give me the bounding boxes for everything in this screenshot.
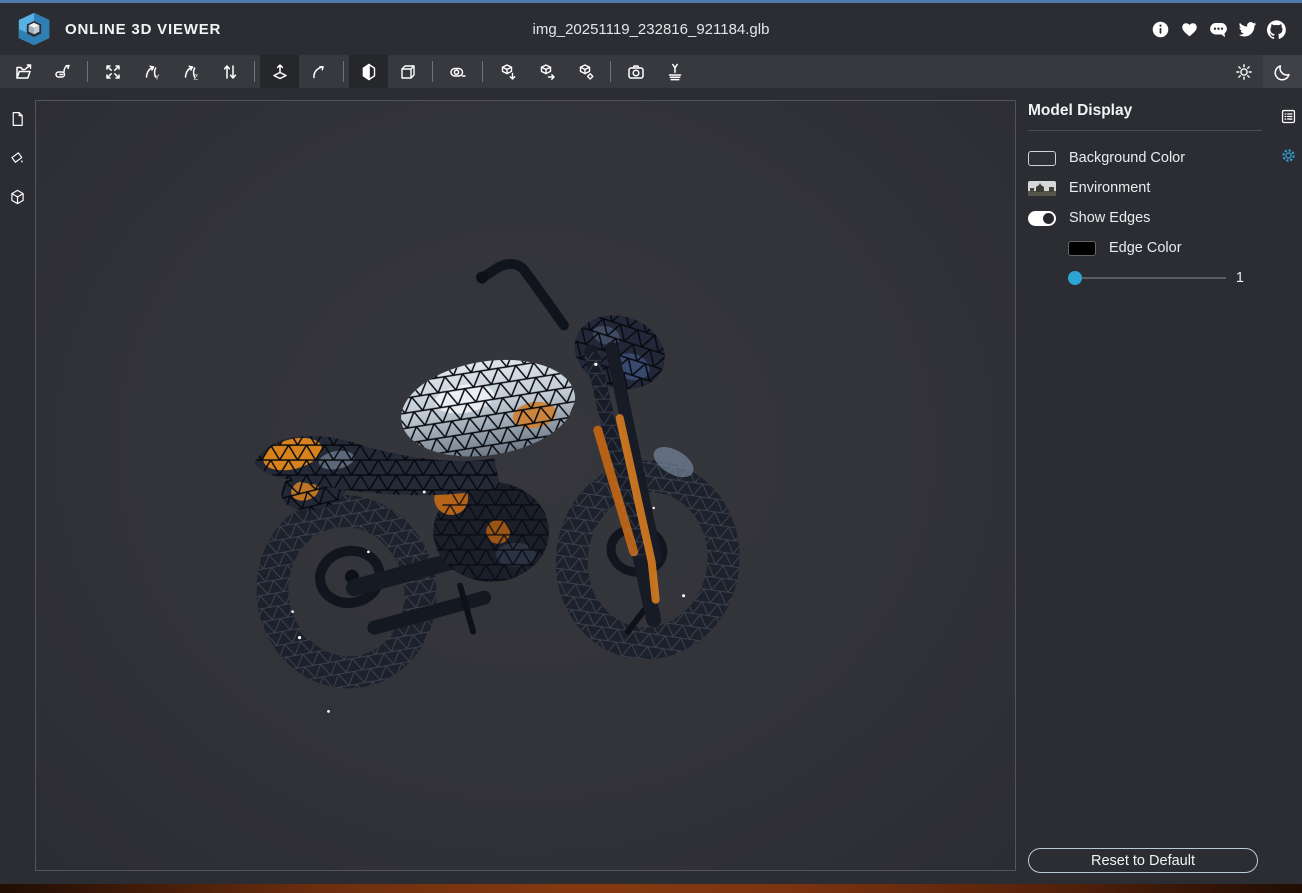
edge-threshold-row: 1 (1068, 263, 1262, 293)
environment-label: Environment (1069, 180, 1150, 196)
background-color-label: Background Color (1069, 150, 1185, 166)
environment-thumbnail[interactable] (1028, 181, 1056, 196)
show-edges-row: Show Edges (1028, 203, 1262, 233)
github-icon[interactable] (1267, 20, 1286, 39)
files-icon[interactable] (9, 110, 26, 128)
svg-text:Z: Z (193, 72, 198, 81)
embed-model-button[interactable] (566, 55, 605, 88)
background-color-row: Background Color (1028, 143, 1262, 173)
app-title: ONLINE 3D VIEWER (65, 21, 221, 38)
environment-row: Environment (1028, 173, 1262, 203)
meshes-icon[interactable] (9, 188, 26, 206)
toolbar-separator (254, 61, 255, 82)
background-color-swatch[interactable] (1028, 151, 1056, 166)
details-icon[interactable] (1280, 108, 1297, 125)
measure-button[interactable] (438, 55, 477, 88)
toolbar: Y Z (0, 55, 1302, 88)
viewport-3d-canvas[interactable] (35, 100, 1016, 871)
materials-icon[interactable] (9, 149, 26, 167)
share-model-button[interactable] (527, 55, 566, 88)
flip-up-vector-button[interactable] (210, 55, 249, 88)
twitter-icon[interactable] (1238, 20, 1257, 39)
motorcycle-wireframe-model (36, 101, 1015, 870)
navigator-rail (0, 88, 35, 884)
engine (433, 481, 549, 582)
main-area: Model Display Background Color Environme… (0, 88, 1302, 884)
edge-threshold-slider[interactable] (1068, 277, 1226, 279)
perspective-camera-button[interactable] (349, 55, 388, 88)
toolbar-separator (482, 61, 483, 82)
set-z-up-button[interactable]: Z (171, 55, 210, 88)
toolbar-separator (87, 61, 88, 82)
info-icon[interactable] (1151, 20, 1170, 39)
rear-wheel (260, 499, 433, 684)
panel-title: Model Display (1028, 100, 1262, 130)
show-edges-label: Show Edges (1069, 210, 1150, 226)
free-orbit-button[interactable] (299, 55, 338, 88)
edge-threshold-value: 1 (1236, 270, 1244, 286)
toggle-knob (1043, 213, 1054, 224)
settings-icon[interactable] (1280, 147, 1297, 164)
set-y-up-button[interactable]: Y (132, 55, 171, 88)
export-model-button[interactable] (488, 55, 527, 88)
snapshot-button[interactable] (616, 55, 655, 88)
panel-tab-rail (1274, 88, 1302, 884)
open-url-button[interactable] (43, 55, 82, 88)
fit-to-window-button[interactable] (93, 55, 132, 88)
orthographic-camera-button[interactable] (388, 55, 427, 88)
handlebar (476, 264, 564, 325)
reset-to-default-button[interactable]: Reset to Default (1028, 848, 1258, 873)
toolbar-separator (610, 61, 611, 82)
dark-theme-button[interactable] (1263, 55, 1302, 88)
open-file-button[interactable] (4, 55, 43, 88)
svg-text:Y: Y (154, 72, 159, 81)
desktop-taskbar-sliver (0, 884, 1302, 893)
toolbar-separator (432, 61, 433, 82)
settings-panel: Model Display Background Color Environme… (1016, 88, 1274, 884)
feedback-chat-icon[interactable] (1209, 20, 1228, 39)
align-to-ground-button[interactable] (655, 55, 694, 88)
show-edges-toggle[interactable] (1028, 211, 1056, 226)
fixed-up-vector-button[interactable] (260, 55, 299, 88)
open-file-name: img_20251119_232816_921184.glb (533, 21, 770, 38)
panel-divider (1028, 130, 1262, 131)
fuel-tank (394, 348, 582, 468)
header: ONLINE 3D VIEWER img_20251119_232816_921… (0, 3, 1302, 55)
donate-heart-icon[interactable] (1180, 20, 1199, 39)
toolbar-separator (343, 61, 344, 82)
edge-color-label: Edge Color (1109, 240, 1182, 256)
edge-color-row: Edge Color (1068, 233, 1262, 263)
app-logo-icon (16, 12, 52, 46)
slider-thumb[interactable] (1068, 271, 1082, 285)
light-theme-button[interactable] (1224, 55, 1263, 88)
edge-color-swatch[interactable] (1068, 241, 1096, 256)
